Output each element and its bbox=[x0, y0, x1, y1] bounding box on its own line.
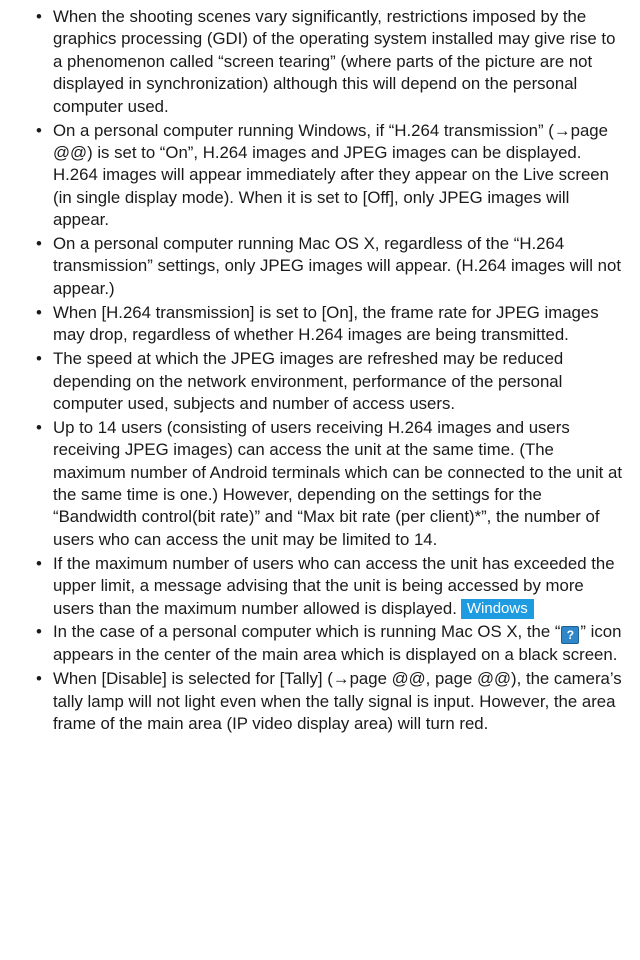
bullet-marker: • bbox=[36, 669, 42, 689]
bullet-item-screen-tearing: • When the shooting scenes vary signific… bbox=[36, 6, 622, 118]
bullet-text: The speed at which the JPEG images are r… bbox=[53, 349, 564, 413]
bullet-text: On a personal computer running Mac OS X,… bbox=[53, 234, 621, 298]
bullet-marker: • bbox=[36, 7, 42, 26]
bullet-marker: • bbox=[36, 349, 42, 369]
bullet-marker: • bbox=[36, 120, 42, 140]
bullet-text: Up to 14 users (consisting of users rece… bbox=[53, 417, 622, 549]
bullet-item-max-users: • Up to 14 users (consisting of users re… bbox=[36, 417, 622, 551]
windows-badge: Windows bbox=[460, 598, 534, 619]
bullet-item-upper-limit-message: • If the maximum number of users who can… bbox=[36, 553, 622, 620]
help-icon: ? bbox=[561, 626, 580, 645]
bullet-marker: • bbox=[36, 302, 42, 322]
bullet-text: When [Disable] is selected for [Tally] (… bbox=[53, 669, 622, 734]
bullet-item-tally: • When [Disable] is selected for [Tally]… bbox=[36, 668, 622, 735]
bullet-text-before: In the case of a personal computer which… bbox=[53, 622, 561, 642]
bullet-item-frame-rate: • When [H.264 transmission] is set to [O… bbox=[36, 302, 622, 347]
bullet-text: When [H.264 transmission] is set to [On]… bbox=[53, 302, 599, 345]
notes-bullet-list: • When the shooting scenes vary signific… bbox=[36, 6, 622, 737]
bullet-item-windows-h264: • On a personal computer running Windows… bbox=[36, 120, 622, 232]
bullet-text: When the shooting scenes vary significan… bbox=[53, 7, 616, 116]
bullet-marker: • bbox=[36, 417, 42, 437]
bullet-item-mac-icon: • In the case of a personal computer whi… bbox=[36, 621, 622, 666]
bullet-marker: • bbox=[36, 234, 42, 254]
bullet-marker: • bbox=[36, 622, 42, 642]
bullet-text: On a personal computer running Windows, … bbox=[53, 120, 609, 230]
bullet-marker: • bbox=[36, 553, 42, 573]
bullet-item-refresh-speed: • The speed at which the JPEG images are… bbox=[36, 348, 622, 415]
bullet-item-mac-jpeg-only: • On a personal computer running Mac OS … bbox=[36, 233, 622, 300]
